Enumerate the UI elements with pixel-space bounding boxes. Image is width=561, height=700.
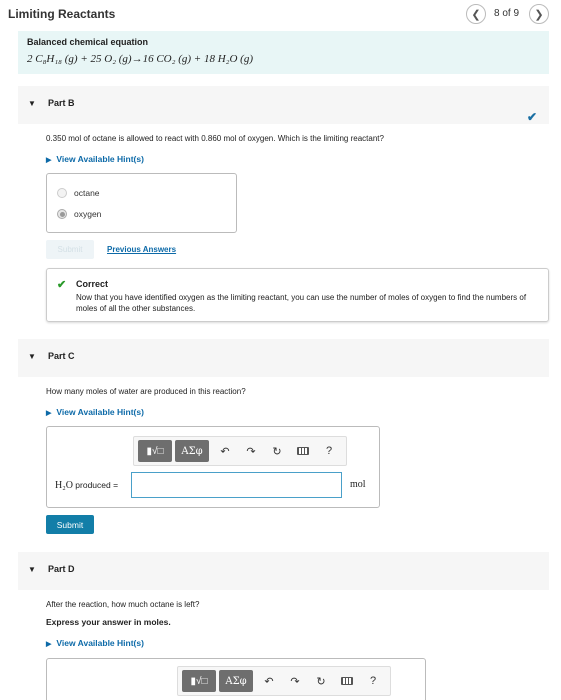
triangle-right-icon: ▶ <box>46 157 52 164</box>
choice-label: octane <box>74 188 100 198</box>
part-b-hint-link[interactable]: ▶ View Available Hint(s) <box>46 154 144 164</box>
unit-label: mol <box>350 479 366 490</box>
keyboard-icon[interactable] <box>290 440 316 462</box>
math-toolbar: ▮√□ ΑΣφ ↶ ↷ ↻ ? <box>133 436 347 466</box>
radio-button-selected[interactable] <box>57 209 67 219</box>
chevron-left-icon[interactable]: ❮ <box>466 4 486 24</box>
math-toolbar: ▮√□ ΑΣφ ↶ ↷ ↻ ? <box>177 666 391 696</box>
undo-icon[interactable]: ↶ <box>212 440 238 462</box>
equation-label: Balanced chemical equation <box>27 37 149 47</box>
reset-icon[interactable]: ↻ <box>264 440 290 462</box>
equation-panel: Balanced chemical equation 2 C₈H₁₈ (g) +… <box>18 31 549 74</box>
radio-button[interactable] <box>57 188 67 198</box>
previous-answers-link[interactable]: Previous Answers <box>107 245 176 254</box>
caret-down-icon[interactable]: ▼ <box>28 565 36 574</box>
chevron-right-icon[interactable]: ❯ <box>529 4 549 24</box>
part-b-title: Part B <box>48 98 75 108</box>
greek-symbols-button[interactable]: ΑΣφ <box>219 670 253 692</box>
help-button[interactable]: ? <box>360 670 386 692</box>
hint-label[interactable]: View Available Hint(s) <box>56 407 144 417</box>
part-d-title: Part D <box>48 564 75 574</box>
hint-label[interactable]: View Available Hint(s) <box>56 154 144 164</box>
part-d-hint-link[interactable]: ▶ View Available Hint(s) <box>46 638 144 648</box>
greek-symbols-button[interactable]: ΑΣφ <box>175 440 209 462</box>
feedback-panel: ✔ Correct Now that you have identified o… <box>46 268 549 322</box>
part-c-question: How many moles of water are produced in … <box>46 387 246 396</box>
top-bar: Limiting Reactants ❮ 8 of 9 ❯ <box>0 0 561 30</box>
answer-input[interactable] <box>131 472 342 498</box>
answer-label-chem: H₂O <box>55 480 73 491</box>
answer-label: H₂O produced = <box>55 480 118 491</box>
caret-down-icon[interactable]: ▼ <box>28 99 36 108</box>
equation-text: 2 C₈H₁₈ (g) + 25 O₂ (g)→16 CO₂ (g) + 18 … <box>27 53 253 65</box>
triangle-right-icon: ▶ <box>46 410 52 417</box>
part-b-question: 0.350 mol of octane is allowed to react … <box>46 134 384 143</box>
redo-icon[interactable]: ↷ <box>282 670 308 692</box>
undo-icon[interactable]: ↶ <box>256 670 282 692</box>
choices-box: octane oxygen <box>46 173 237 233</box>
choice-label: oxygen <box>74 209 102 219</box>
submit-button[interactable]: Submit <box>46 515 94 534</box>
answer-box: ▮√□ ΑΣφ ↶ ↷ ↻ ? H₂O produced = mol <box>46 426 380 508</box>
triangle-right-icon: ▶ <box>46 641 52 648</box>
correct-check-icon: ✔ <box>57 279 67 291</box>
choice-octane[interactable]: octane <box>57 188 100 198</box>
reset-icon[interactable]: ↻ <box>308 670 334 692</box>
submit-button-disabled[interactable]: Submit <box>46 240 94 259</box>
part-b-header[interactable]: ▼ Part B ✔ <box>18 86 549 124</box>
templates-button[interactable]: ▮√□ <box>138 440 172 462</box>
checkmark-icon: ✔ <box>526 110 537 124</box>
feedback-text: Now that you have identified oxygen as t… <box>76 293 527 313</box>
help-button[interactable]: ? <box>316 440 342 462</box>
templates-button[interactable]: ▮√□ <box>182 670 216 692</box>
page-title: Limiting Reactants <box>8 7 116 21</box>
choice-oxygen[interactable]: oxygen <box>57 209 101 219</box>
part-d-instruction: Express your answer in moles. <box>46 617 171 627</box>
caret-down-icon[interactable]: ▼ <box>28 352 36 361</box>
answer-box-part-d: ▮√□ ΑΣφ ↶ ↷ ↻ ? <box>46 658 426 700</box>
part-c-header[interactable]: ▼ Part C <box>18 339 549 377</box>
feedback-title: Correct <box>76 279 109 289</box>
keyboard-icon[interactable] <box>334 670 360 692</box>
part-d-header[interactable]: ▼ Part D <box>18 552 549 590</box>
part-c-hint-link[interactable]: ▶ View Available Hint(s) <box>46 407 144 417</box>
part-c-title: Part C <box>48 351 75 361</box>
answer-label-suffix: produced = <box>72 480 119 490</box>
page-indicator: 8 of 9 <box>494 8 520 19</box>
part-d-question: After the reaction, how much octane is l… <box>46 600 200 609</box>
redo-icon[interactable]: ↷ <box>238 440 264 462</box>
hint-label[interactable]: View Available Hint(s) <box>56 638 144 648</box>
